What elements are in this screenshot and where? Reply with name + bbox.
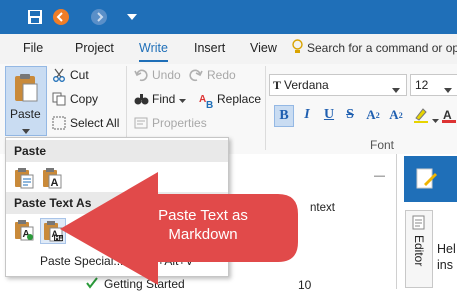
callout-label: Paste Text as Markdown <box>128 206 278 244</box>
callout-line-1: Paste Text as <box>158 207 248 224</box>
callout-arrow <box>60 172 298 285</box>
callout-line-2: Markdown <box>168 226 238 243</box>
